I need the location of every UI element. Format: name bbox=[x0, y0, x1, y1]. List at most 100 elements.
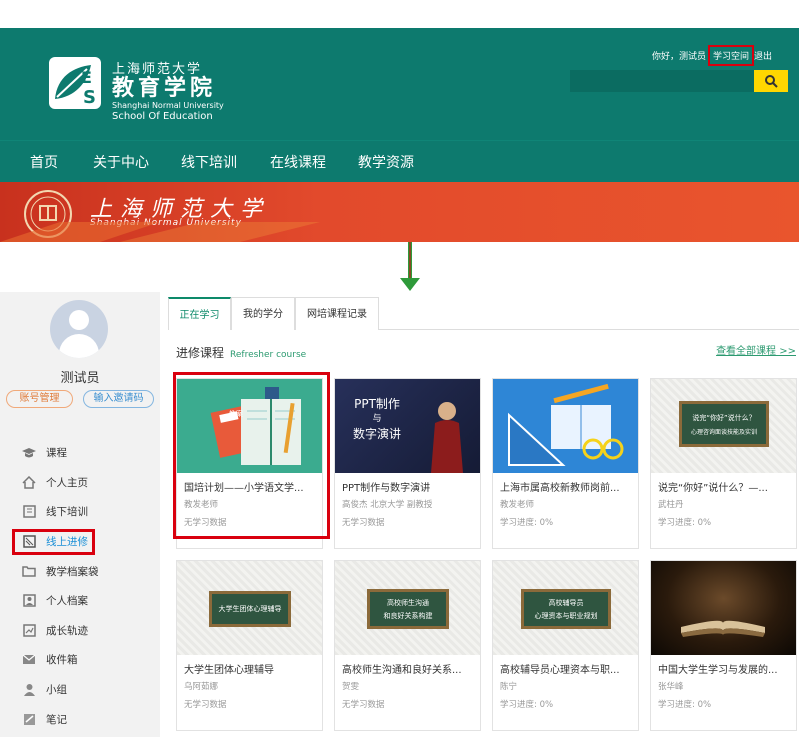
greeting: 你好，测试员 bbox=[652, 52, 707, 62]
course-card[interactable]: 上海市属高校新教师岗前... 教发老师 学习进度: 0% bbox=[492, 378, 639, 549]
course-card[interactable]: PPT制作 与 数字演讲 PPT制作与数字演讲 高俊杰 北京大学 副教授 无学习… bbox=[334, 378, 481, 549]
tab-studying[interactable]: 正在学习 bbox=[168, 297, 231, 330]
course-thumbnail: 大学生团体心理辅导 bbox=[177, 561, 322, 655]
home-icon bbox=[22, 475, 36, 489]
thumb-board-line-2: 和良好关系构建 bbox=[383, 611, 433, 620]
course-title[interactable]: 说完“你好”说什么？—... bbox=[658, 479, 792, 494]
course-teacher: 武柱丹 bbox=[658, 500, 684, 510]
course-teacher: 教发老师 bbox=[500, 500, 535, 510]
course-card[interactable]: 说完“你好”说什么？ 心理咨询面谈技能及实训 说完“你好”说什么？—... 武柱… bbox=[650, 378, 797, 549]
view-all-courses-link[interactable]: 查看全部课程 >> bbox=[716, 342, 796, 357]
logo-en-1: Shanghai Normal University bbox=[112, 101, 224, 110]
course-title[interactable]: 上海市属高校新教师岗前... bbox=[500, 479, 634, 494]
svg-text:S: S bbox=[83, 87, 96, 108]
nav-about[interactable]: 关于中心 bbox=[93, 152, 149, 172]
sidebar-item-inbox[interactable]: 收件箱 bbox=[0, 645, 160, 675]
course-title[interactable]: 高校辅导员心理资本与职... bbox=[500, 661, 634, 676]
course-thumbnail bbox=[493, 379, 638, 473]
sidebar-item-group[interactable]: 小组 bbox=[0, 675, 160, 705]
search-button[interactable] bbox=[754, 70, 788, 92]
sidebar-item-label: 收件箱 bbox=[46, 654, 78, 667]
search-icon bbox=[765, 75, 778, 88]
course-title[interactable]: 中国大学生学习与发展的... bbox=[658, 661, 792, 676]
sidebar-item-label: 个人主页 bbox=[46, 476, 88, 489]
note-icon bbox=[22, 712, 36, 726]
sidebar-item-label: 线下培训 bbox=[46, 506, 88, 519]
thumb-board-line-2: 心理资本与职业规划 bbox=[534, 611, 598, 620]
course-thumbnail: 说完“你好”说什么？ 心理咨询面谈技能及实训 bbox=[651, 379, 796, 473]
id-card-icon bbox=[22, 594, 36, 608]
sidebar-item-label: 课程 bbox=[46, 447, 67, 460]
course-teacher: 贺雯 bbox=[342, 682, 360, 692]
course-title[interactable]: 大学生团体心理辅导 bbox=[184, 661, 318, 676]
nav-offline-training[interactable]: 线下培训 bbox=[181, 152, 237, 172]
sidebar-item-label: 个人档案 bbox=[46, 595, 88, 608]
thumb-board-line-1: 高校师生沟通 bbox=[387, 598, 429, 607]
course-progress: 学习进度: 0% bbox=[500, 518, 554, 528]
user-icon bbox=[22, 683, 36, 697]
nav-online-courses[interactable]: 在线课程 bbox=[270, 152, 326, 172]
course-teacher: 高俊杰 北京大学 副教授 bbox=[342, 500, 433, 510]
sidebar-item-label: 成长轨迹 bbox=[46, 624, 88, 637]
tab-online-course-records[interactable]: 网培课程记录 bbox=[295, 297, 379, 330]
tab-my-credits[interactable]: 我的学分 bbox=[231, 297, 295, 330]
graduation-cap-icon bbox=[22, 446, 36, 460]
logo-cn-small: 上海师范大学 bbox=[112, 62, 203, 77]
sidebar-item-online-study[interactable]: 线上进修 bbox=[0, 527, 160, 557]
university-banner: 上海师范大学 Shanghai Normal University bbox=[0, 182, 799, 242]
course-teacher: 乌阿茹娜 bbox=[184, 682, 219, 692]
avatar[interactable] bbox=[50, 300, 108, 358]
user-links: 你好，测试员 学习空间 退出 bbox=[652, 45, 772, 66]
search-input[interactable] bbox=[570, 70, 754, 92]
course-teacher: 陈宁 bbox=[500, 682, 518, 692]
course-title[interactable]: 高校师生沟通和良好关系... bbox=[342, 661, 476, 676]
tab-bar: 正在学习 我的学分 网培课程记录 bbox=[168, 297, 799, 330]
section-header: 进修课程 Refresher course 查看全部课程 >> bbox=[176, 342, 799, 361]
course-card[interactable]: 高校师生沟通 和良好关系构建 高校师生沟通和良好关系... 贺雯 无学习数据 bbox=[334, 560, 481, 731]
folder-icon bbox=[22, 564, 36, 578]
course-progress: 无学习数据 bbox=[184, 700, 227, 710]
sidebar-item-label: 教学档案袋 bbox=[46, 565, 99, 578]
study-space-link[interactable]: 学习空间 bbox=[708, 45, 755, 66]
section-subtitle: Refresher course bbox=[230, 350, 307, 360]
account-management-button[interactable]: 账号管理 bbox=[6, 390, 73, 408]
main-nav: 首页 关于中心 线下培训 在线课程 教学资源 bbox=[0, 140, 799, 182]
sidebar-item-courses[interactable]: 课程 bbox=[0, 438, 160, 468]
sidebar-item-label: 笔记 bbox=[46, 713, 67, 726]
site-header: E S 上海师范大学 教育学院 Shanghai Normal Universi… bbox=[0, 28, 799, 140]
thumb-board-line-1: 高校辅导员 bbox=[548, 598, 584, 607]
logo-text: 上海师范大学 教育学院 Shanghai Normal University S… bbox=[112, 58, 224, 123]
course-teacher: 张华峰 bbox=[658, 682, 684, 692]
course-progress: 无学习数据 bbox=[342, 518, 385, 528]
username: 测试员 bbox=[60, 371, 100, 386]
sidebar-item-offline-training[interactable]: 线下培训 bbox=[0, 497, 160, 527]
course-progress: 学习进度: 0% bbox=[500, 700, 554, 710]
highlight-box bbox=[12, 528, 95, 555]
sidebar-menu: 课程 个人主页 线下培训 线上进修 教学档案袋 个人档案 成长轨迹 收件箱 小组… bbox=[0, 438, 160, 734]
course-title[interactable]: PPT制作与数字演讲 bbox=[342, 479, 476, 494]
sidebar-item-home[interactable]: 个人主页 bbox=[0, 468, 160, 498]
course-card[interactable]: 高校辅导员 心理资本与职业规划 高校辅导员心理资本与职... 陈宁 学习进度: … bbox=[492, 560, 639, 731]
course-card[interactable]: 中国大学生学习与发展的... 张华峰 学习进度: 0% bbox=[650, 560, 797, 731]
logout-link[interactable]: 退出 bbox=[754, 49, 772, 62]
sidebar-item-growth-track[interactable]: 成长轨迹 bbox=[0, 616, 160, 646]
invite-code-button[interactable]: 输入邀请码 bbox=[83, 390, 154, 408]
course-card[interactable]: 大学生团体心理辅导 大学生团体心理辅导 乌阿茹娜 无学习数据 bbox=[176, 560, 323, 731]
svg-text:E: E bbox=[81, 68, 92, 87]
nav-teaching-resources[interactable]: 教学资源 bbox=[358, 152, 414, 172]
annotation-area bbox=[0, 242, 799, 294]
nav-home[interactable]: 首页 bbox=[30, 152, 58, 172]
course-progress: 无学习数据 bbox=[342, 700, 385, 710]
logo-cn-big: 教育学院 bbox=[112, 76, 217, 101]
sidebar-item-personal-file[interactable]: 个人档案 bbox=[0, 586, 160, 616]
book-icon bbox=[22, 505, 36, 519]
sidebar-item-teaching-portfolio[interactable]: 教学档案袋 bbox=[0, 556, 160, 586]
thumb-board-line: 大学生团体心理辅导 bbox=[218, 605, 282, 613]
sidebar-item-label: 小组 bbox=[46, 684, 67, 697]
course-progress: 学习进度: 0% bbox=[658, 700, 712, 710]
course-thumbnail bbox=[651, 561, 796, 655]
course-thumbnail: 高校师生沟通 和良好关系构建 bbox=[335, 561, 480, 655]
course-progress: 学习进度: 0% bbox=[658, 518, 712, 528]
sidebar-item-notes[interactable]: 笔记 bbox=[0, 704, 160, 734]
school-logo[interactable]: E S bbox=[47, 55, 103, 111]
